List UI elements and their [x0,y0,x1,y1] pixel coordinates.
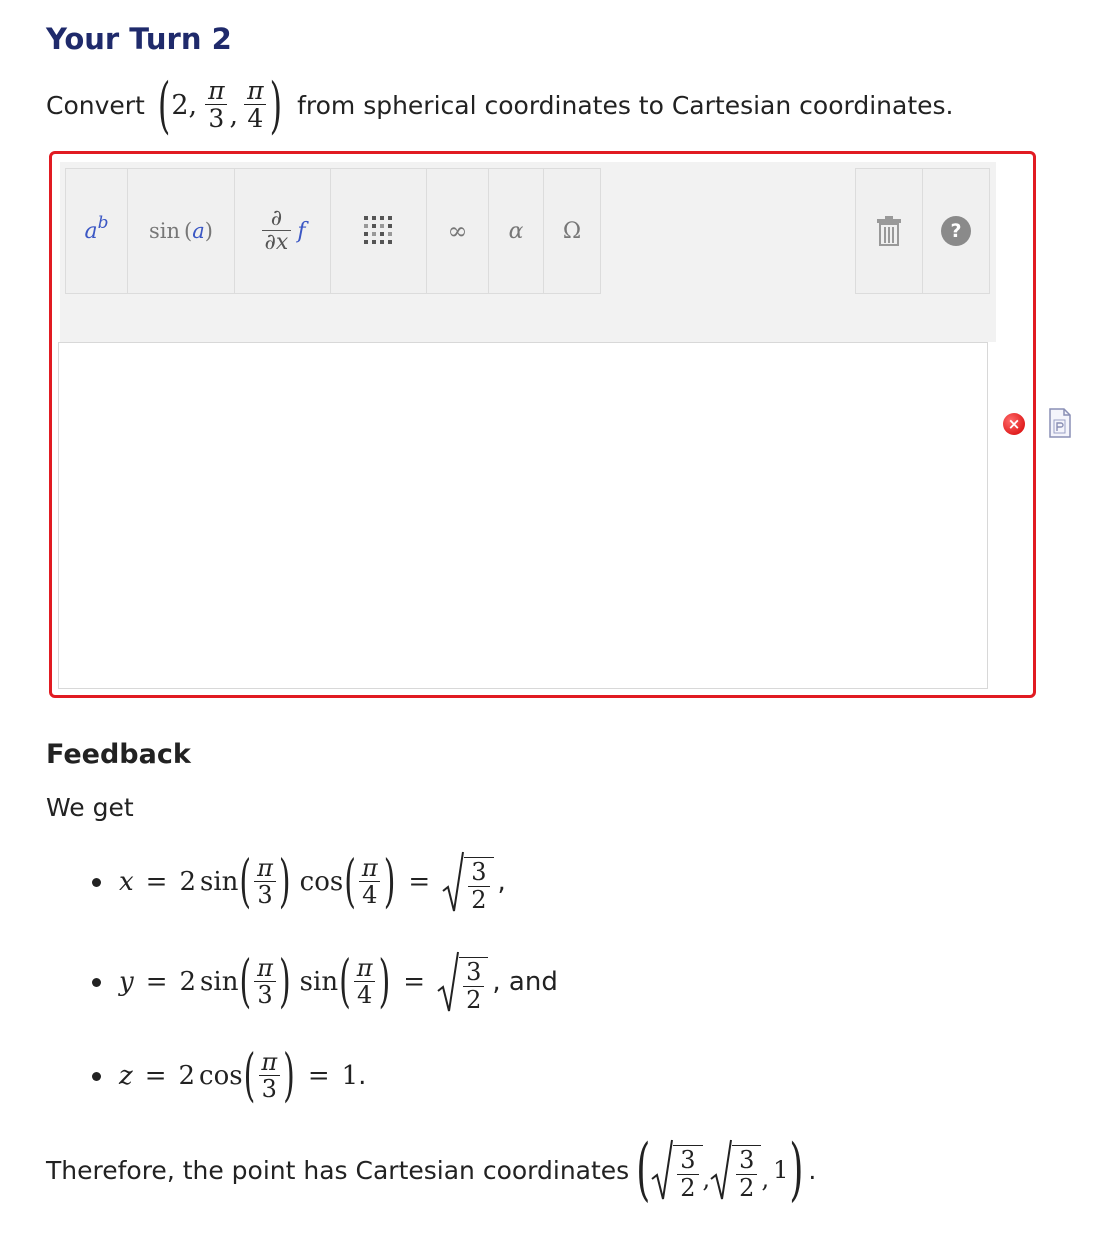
sqrt-expression: 32 [442,851,494,913]
point-phi: π 4 [244,77,267,133]
spherical-point: ( 2, π 3 , π 4 ) [157,69,283,141]
help-icon: ? [941,216,971,246]
bullet-dot [92,977,101,987]
math-editor: ab sin (a) ∂ ∂x f ∞ α Ω ? [49,151,1036,698]
feedback-heading: Feedback [46,739,191,770]
help-button[interactable]: ? [922,168,990,294]
greek-upper-button[interactable]: Ω [543,168,601,294]
prompt-text-after: from spherical coordinates to Cartesian … [297,90,954,120]
sqrt-expression: 32 [437,951,489,1013]
point-rho: 2, [171,89,198,121]
problem-statement: Convert ( 2, π 3 , π 4 ) from spherical … [46,69,954,141]
point-theta: π 3 [205,77,228,133]
section-title: Your Turn 2 [46,22,232,56]
infinity-icon: ∞ [447,217,468,245]
clear-button[interactable] [855,168,923,294]
conclusion-text: Therefore, the point has Cartesian coord… [46,1155,630,1185]
omega-icon: Ω [562,218,582,244]
point-comma: , [229,99,239,131]
matrix-icon [363,216,392,244]
matrix-button[interactable] [330,168,427,294]
point-open-paren: ( [157,68,171,142]
trash-icon [877,216,901,246]
trig-function-button[interactable]: sin (a) [127,168,235,294]
cartesian-point: ( 32 , 32 , 1 ) [636,1131,804,1209]
editor-toolbar: ab sin (a) ∂ ∂x f ∞ α Ω ? [60,162,996,342]
power-button[interactable]: ab [65,168,128,294]
preview-document-icon[interactable] [1049,408,1071,438]
point-close-paren: ) [269,68,283,142]
feedback-conclusion: Therefore, the point has Cartesian coord… [46,1131,817,1209]
derivative-button[interactable]: ∂ ∂x f [234,168,331,294]
math-input-field[interactable] [58,342,988,689]
feedback-z-equation: z = 2 cos ( π3 ) = 1 . [92,1034,366,1118]
feedback-x-equation: x = 2 sin ( π3 ) cos ( π4 ) = 32 , [92,840,506,924]
bullet-dot [92,1071,101,1081]
feedback-y-equation: y = 2 sin ( π3 ) sin ( π4 ) = 32 , and [92,940,558,1024]
prompt-text-before: Convert [46,90,145,120]
infinity-button[interactable]: ∞ [426,168,489,294]
bullet-dot [92,877,101,887]
incorrect-icon: × [1003,413,1025,435]
alpha-icon: α [508,218,524,244]
feedback-intro: We get [46,793,134,822]
greek-lower-button[interactable]: α [488,168,544,294]
